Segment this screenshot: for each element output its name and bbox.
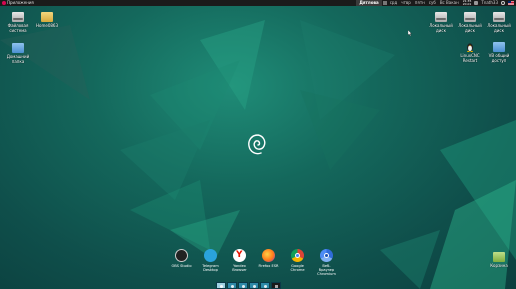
- folder-icon: [493, 42, 505, 52]
- dock-item-label-line2: Desktop: [203, 267, 218, 272]
- mouse-cursor-icon: [408, 30, 412, 36]
- dock-item-label-line2: Chrome: [290, 267, 305, 272]
- home-folder-icon: [41, 12, 53, 22]
- obs-icon: [175, 249, 188, 262]
- debian-menu-icon: [2, 1, 6, 5]
- yandex-icon: Y: [233, 249, 246, 262]
- network-icon[interactable]: [382, 1, 387, 5]
- applications-menu-button[interactable]: Приложения: [0, 0, 36, 6]
- telegram-icon: [204, 249, 217, 262]
- power-icon[interactable]: [501, 1, 505, 5]
- taskbar-terminal-icon[interactable]: [271, 282, 281, 289]
- day-wed[interactable]: срд: [388, 0, 400, 6]
- dock-item-obs[interactable]: OBS Studio: [170, 249, 193, 281]
- day-sat[interactable]: суб: [427, 0, 438, 6]
- volume-icon[interactable]: [474, 1, 479, 5]
- drive-icon: [493, 12, 505, 22]
- dock-item-label-line2: Browser: [232, 267, 247, 272]
- clock[interactable]: 21:35 20.01: [461, 0, 474, 6]
- day-fri[interactable]: пятн: [413, 0, 427, 6]
- taskbar-app-icon[interactable]: [249, 282, 259, 289]
- taskbar-app-icon[interactable]: [260, 282, 270, 289]
- application-dock: OBS Studio Telegram Desktop Y Yandex Bro…: [170, 249, 338, 281]
- dock-item-telegram[interactable]: Telegram Desktop: [199, 249, 222, 281]
- applications-menu-label: Приложения: [7, 0, 34, 5]
- dock-item-label: Веб-браузер: [318, 263, 335, 272]
- dock-item-label-line2: Chromium: [317, 272, 336, 277]
- desktop-icon-label: VB общий доступ: [488, 53, 510, 63]
- chrome-icon: [291, 249, 304, 262]
- desktop-icon-vb-shared[interactable]: VB общий доступ: [482, 42, 516, 63]
- dock-item-label: OBS Studio: [171, 263, 192, 268]
- dock-item-chromium[interactable]: Веб-браузер Chromium: [315, 249, 338, 281]
- top-panel: Приложения Дятлова срд чтвр пятн суб Вс …: [0, 0, 516, 6]
- dock-item-label: Firefox ESR: [258, 263, 279, 268]
- clock-date: 20.01: [462, 2, 472, 6]
- desktop-icon-home[interactable]: Home0863: [30, 12, 64, 28]
- trash-icon: [493, 252, 505, 262]
- penguin-icon: [467, 43, 473, 52]
- drive-icon: [12, 12, 24, 22]
- desktop-icon-trash[interactable]: Корзина: [482, 252, 516, 268]
- desktop-icon-local-disk-3[interactable]: Локальный диск: [482, 12, 516, 33]
- dock-item-yandex[interactable]: Y Yandex Browser: [228, 249, 251, 281]
- keyboard-layout-flag-icon[interactable]: [508, 1, 514, 5]
- debian-logo-icon: [248, 134, 266, 155]
- dock-item-chrome[interactable]: Google Chrome: [286, 249, 309, 281]
- chromium-icon: [320, 249, 333, 262]
- desktop-icon-label: Локальный диск: [487, 23, 511, 33]
- firefox-icon: [262, 249, 275, 262]
- day-sun[interactable]: Вс Вакан: [438, 0, 461, 6]
- taskbar-show-desktop-icon[interactable]: [216, 282, 226, 289]
- drive-icon: [464, 12, 476, 22]
- taskbar-app-icon[interactable]: [227, 282, 237, 289]
- drive-icon: [435, 12, 447, 22]
- network-button[interactable]: Дятлова: [356, 0, 382, 6]
- bottom-taskbar: [216, 282, 281, 289]
- folder-icon: [12, 43, 24, 53]
- desktop-icon-label: Домашний папка: [6, 54, 30, 64]
- user-name[interactable]: Tnath33: [479, 0, 500, 6]
- desktop-icon-label: Корзина: [490, 263, 508, 268]
- taskbar-app-icon[interactable]: [238, 282, 248, 289]
- desktop-icon-home-folder[interactable]: Домашний папка: [1, 43, 35, 64]
- day-thu[interactable]: чтвр: [399, 0, 413, 6]
- dock-item-firefox[interactable]: Firefox ESR: [257, 249, 280, 281]
- desktop-icon-label: Home0863: [36, 23, 58, 28]
